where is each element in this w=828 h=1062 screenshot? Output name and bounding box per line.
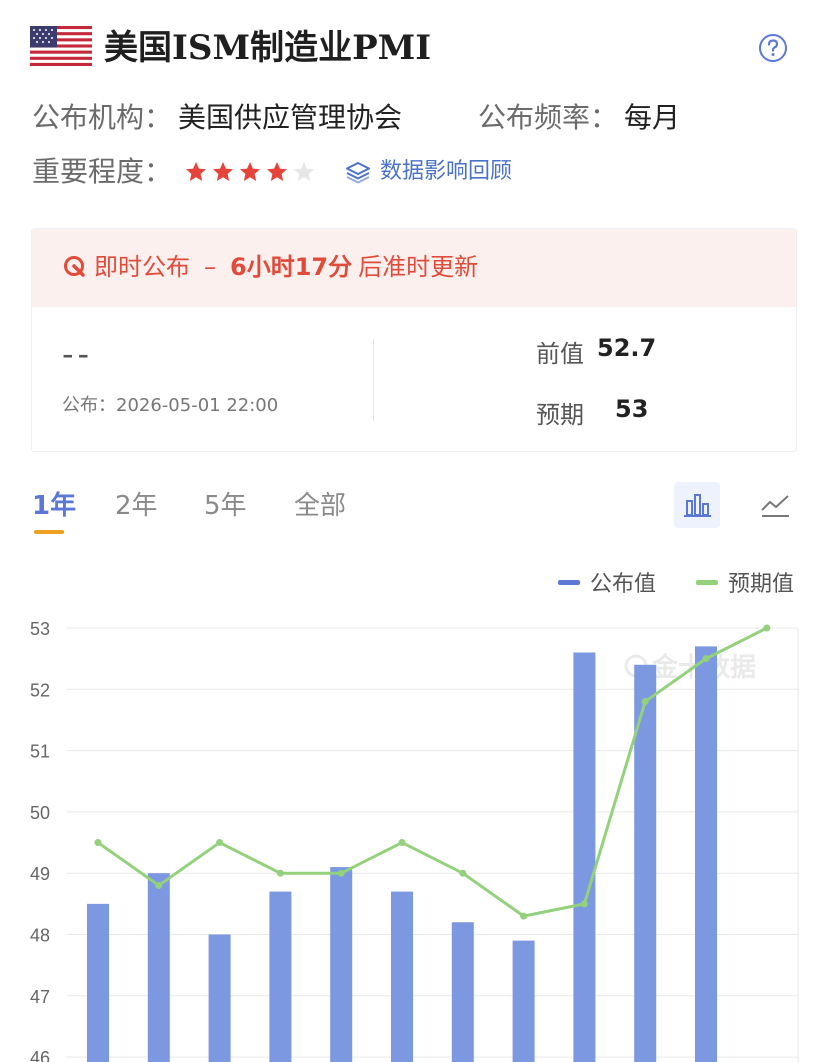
- tab-1-year[interactable]: 1年: [32, 490, 76, 522]
- forecast-value: 53: [615, 395, 649, 423]
- bar-actual: [451, 922, 474, 1062]
- publisher-row: 公布机构： 美国供应管理协会: [32, 98, 402, 138]
- importance-stars: [184, 160, 316, 184]
- previous-label: 前值: [536, 340, 584, 368]
- star-icon: [267, 162, 287, 181]
- publisher-label: 公布机构：: [32, 101, 173, 134]
- importance-label: 重要程度：: [32, 155, 173, 188]
- bar-actual: [208, 934, 231, 1062]
- bar-actual: [512, 940, 535, 1062]
- frequency-value: 每月: [624, 101, 681, 134]
- legend-actual-label: 公布值: [590, 572, 657, 597]
- forecast-point: [94, 839, 102, 847]
- y-tick-label: 49: [30, 864, 50, 884]
- forecast-point: [155, 881, 163, 889]
- forecast-label: 预期: [536, 401, 584, 429]
- forecast-point: [641, 698, 649, 706]
- star-icon: [240, 162, 260, 181]
- y-tick-label: 52: [30, 680, 50, 700]
- y-tick-label: 53: [30, 619, 50, 639]
- y-tick-label: 48: [30, 926, 50, 946]
- forecast-point: [276, 869, 284, 877]
- bar-actual: [330, 867, 353, 1062]
- legend-forecast-swatch: [696, 579, 718, 585]
- forecast-point: [763, 624, 771, 632]
- layers-icon: [346, 162, 370, 184]
- y-tick-label: 51: [30, 742, 50, 762]
- countdown-value: 6小时17分: [230, 253, 353, 281]
- status-label: 即时公布: [94, 253, 190, 281]
- y-tick-label: 47: [30, 987, 50, 1007]
- us-flag-icon: [30, 26, 92, 66]
- countdown-banner: 即时公布 – 6小时17分 后准时更新: [62, 249, 478, 285]
- status-separator: –: [204, 253, 216, 281]
- forecast-point: [459, 869, 467, 877]
- forecast-point: [520, 912, 528, 920]
- bar-chart-icon: [684, 494, 711, 517]
- publish-time: 公布：2026-05-01 22:00: [62, 395, 279, 416]
- pmi-chart: 4647484950515253金十数据: [30, 619, 799, 1062]
- legend-actual: 公布值: [558, 566, 656, 598]
- legend-forecast: 预期值: [696, 566, 794, 598]
- star-icon: [213, 162, 233, 181]
- tab-all[interactable]: 全部: [294, 490, 346, 522]
- bar-actual: [147, 873, 170, 1062]
- line-chart-view-button[interactable]: [752, 482, 798, 528]
- previous-value: 52.7: [597, 334, 657, 362]
- bar-actual: [87, 903, 109, 1062]
- review-link-label: 数据影响回顾: [380, 159, 513, 184]
- star-icon: [294, 162, 314, 181]
- bar-actual: [269, 891, 292, 1062]
- star-icon: [186, 162, 206, 181]
- data-review-link[interactable]: 数据影响回顾: [344, 156, 512, 188]
- frequency-row: 公布频率： 每月: [478, 98, 680, 138]
- card-divider: [373, 339, 374, 421]
- bar-actual: [695, 646, 717, 1062]
- line-chart-icon: [761, 495, 789, 517]
- bar-chart-view-button[interactable]: [674, 482, 720, 528]
- forecast-point: [216, 839, 224, 847]
- active-tab-indicator: [34, 530, 64, 534]
- publisher-value: 美国供应管理协会: [178, 101, 403, 134]
- live-icon: [64, 256, 85, 277]
- page-title: 美国ISM制造业PMI: [104, 28, 432, 68]
- y-tick-label: 46: [30, 1048, 50, 1062]
- release-card: 即时公布 – 6小时17分 后准时更新 -- 公布：2026-05-01 22:0…: [31, 228, 797, 452]
- forecast-point: [337, 869, 345, 877]
- bar-actual: [391, 891, 413, 1062]
- countdown-suffix: 后准时更新: [358, 253, 479, 281]
- help-icon[interactable]: [758, 33, 788, 63]
- frequency-label: 公布频率：: [478, 101, 619, 134]
- legend-actual-swatch: [558, 579, 580, 585]
- legend-forecast-label: 预期值: [728, 572, 795, 597]
- bar-actual: [573, 652, 596, 1062]
- release-card-header: 即时公布 – 6小时17分 后准时更新: [32, 229, 796, 307]
- forecast-point: [702, 655, 710, 663]
- actual-value: --: [62, 335, 94, 373]
- tab-5-years[interactable]: 5年: [204, 490, 247, 522]
- forecast-point: [398, 839, 406, 847]
- tab-2-years[interactable]: 2年: [115, 490, 158, 522]
- y-tick-label: 50: [30, 803, 50, 823]
- forecast-point: [580, 900, 588, 908]
